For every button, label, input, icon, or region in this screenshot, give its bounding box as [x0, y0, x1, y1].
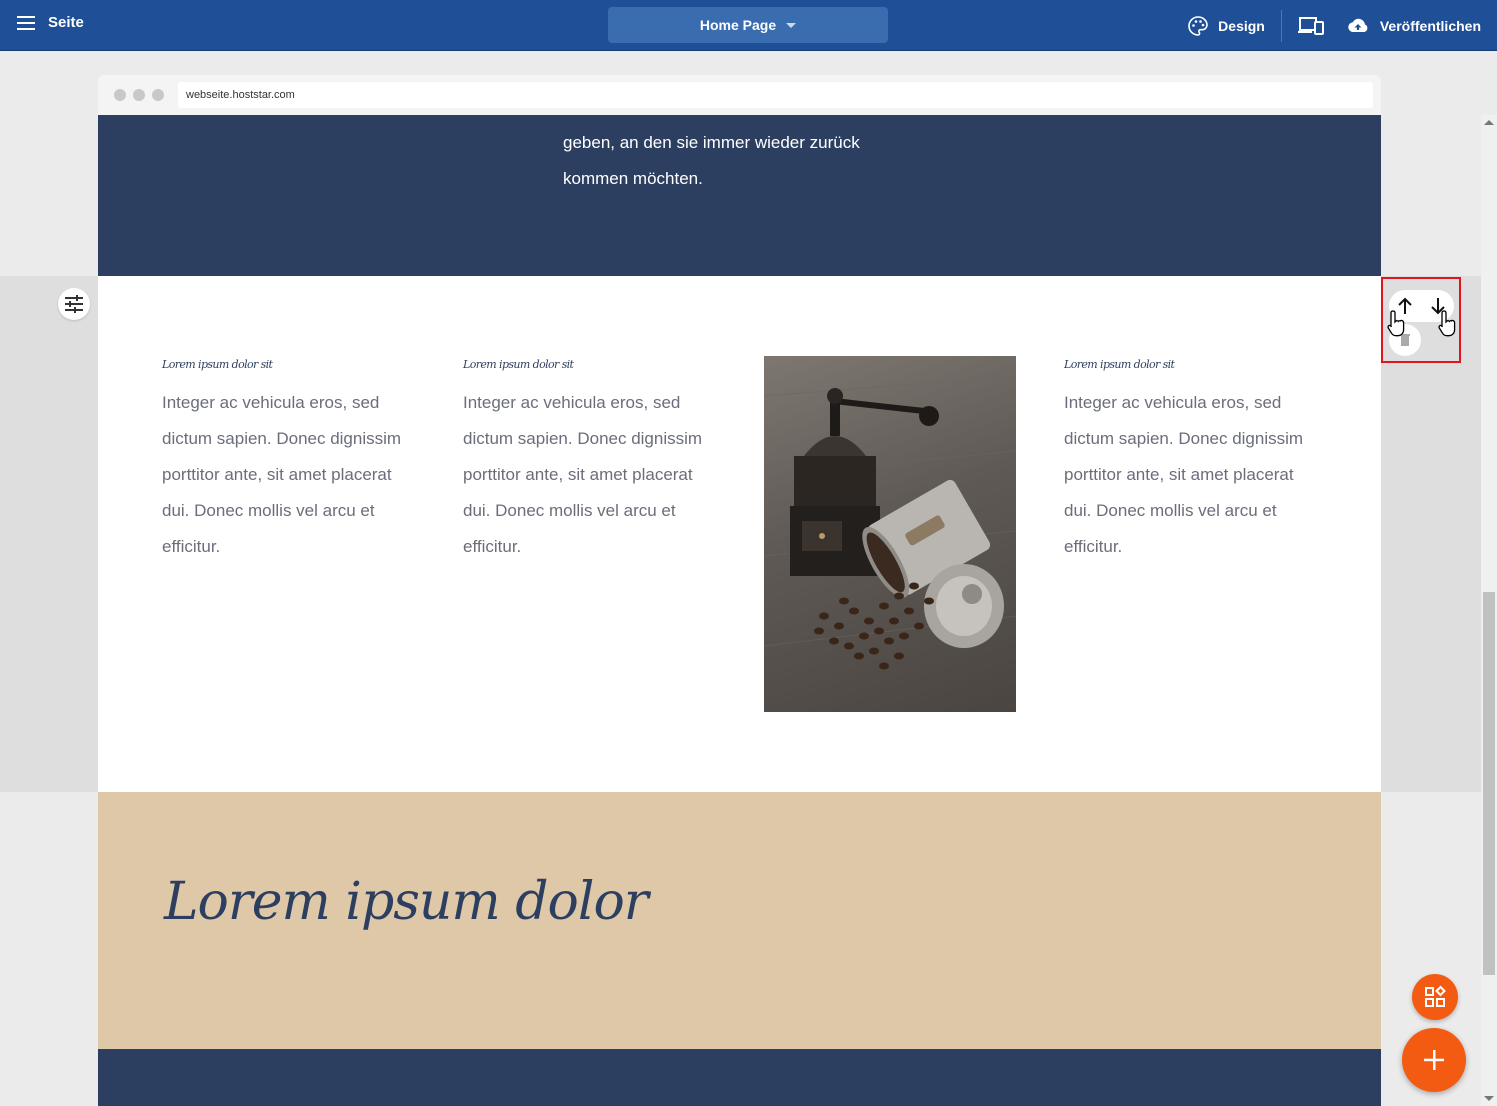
hand-cursor-icon — [1438, 310, 1456, 337]
publish-label: Veröffentlichen — [1379, 17, 1481, 34]
page-selector-label: Home Page — [699, 17, 777, 33]
chevron-down-icon — [786, 22, 797, 28]
hamburger-icon — [17, 15, 35, 30]
text-column[interactable]: Lorem ipsum dolor sit Integer ac vehicul… — [162, 358, 422, 565]
devices-icon — [1297, 16, 1324, 35]
window-dot — [114, 89, 126, 101]
column-body: Integer ac vehicula eros, sed dictum sap… — [162, 393, 402, 556]
toolbar-actions: Design Veröffentlichen — [1188, 0, 1481, 51]
menu-button[interactable]: Seite — [16, 14, 84, 31]
scroll-down-arrow[interactable] — [1484, 1096, 1494, 1101]
column-heading: Lorem ipsum dolor sit — [1064, 358, 1175, 371]
hero-section[interactable]: geben, an den sie immer wieder zurück ko… — [98, 115, 1381, 276]
column-body: Integer ac vehicula eros, sed dictum sap… — [463, 393, 703, 556]
scroll-up-arrow[interactable] — [1484, 120, 1494, 125]
beige-section[interactable]: Lorem ipsum dolor — [98, 792, 1381, 1049]
beige-heading[interactable]: Lorem ipsum dolor — [164, 872, 649, 932]
content-section[interactable]: Lorem ipsum dolor sit Integer ac vehicul… — [98, 276, 1381, 792]
section-settings-button[interactable] — [58, 288, 90, 320]
window-dots — [114, 89, 164, 101]
plus-icon — [1424, 1050, 1444, 1070]
page-selector[interactable]: Home Page — [608, 7, 888, 43]
toolbar-divider — [1280, 9, 1282, 42]
palette-icon — [1188, 15, 1208, 36]
design-label: Design — [1218, 17, 1265, 34]
url-bar: webseite.hoststar.com — [178, 82, 1373, 108]
vertical-scrollbar[interactable] — [1481, 115, 1497, 1106]
window-dot — [133, 89, 145, 101]
add-element-button[interactable] — [1412, 974, 1458, 1020]
scroll-thumb[interactable] — [1483, 592, 1495, 975]
column-body: Integer ac vehicula eros, sed dictum sap… — [1064, 393, 1304, 556]
top-toolbar: Seite Home Page Design Veröffentlichen — [0, 0, 1497, 51]
text-column[interactable]: Lorem ipsum dolor sit Integer ac vehicul… — [1064, 358, 1324, 565]
cloud-upload-icon — [1348, 18, 1368, 32]
publish-button[interactable]: Veröffentlichen — [1346, 17, 1481, 35]
hand-cursor-icon — [1387, 310, 1405, 337]
widgets-icon — [1425, 985, 1446, 1007]
coffee-grinder-image[interactable] — [764, 356, 1016, 712]
text-column[interactable]: Lorem ipsum dolor sit Integer ac vehicul… — [463, 358, 723, 565]
section-move-controls — [1381, 277, 1461, 363]
device-preview-button[interactable] — [1297, 16, 1324, 36]
sliders-icon — [65, 295, 83, 313]
hero-text[interactable]: geben, an den sie immer wieder zurück ko… — [563, 125, 860, 197]
footer-section[interactable] — [98, 1049, 1381, 1106]
add-section-button[interactable] — [1402, 1028, 1466, 1092]
window-dot — [152, 89, 164, 101]
hero-line: kommen möchten. — [563, 169, 703, 188]
menu-label: Seite — [48, 14, 84, 31]
hero-line: geben, an den sie immer wieder zurück — [563, 133, 860, 152]
column-heading: Lorem ipsum dolor sit — [162, 358, 273, 371]
coffee-image-drawing — [764, 375, 1016, 670]
design-button[interactable]: Design — [1188, 15, 1265, 36]
browser-frame: webseite.hoststar.com — [98, 75, 1381, 115]
column-heading: Lorem ipsum dolor sit — [463, 358, 574, 371]
